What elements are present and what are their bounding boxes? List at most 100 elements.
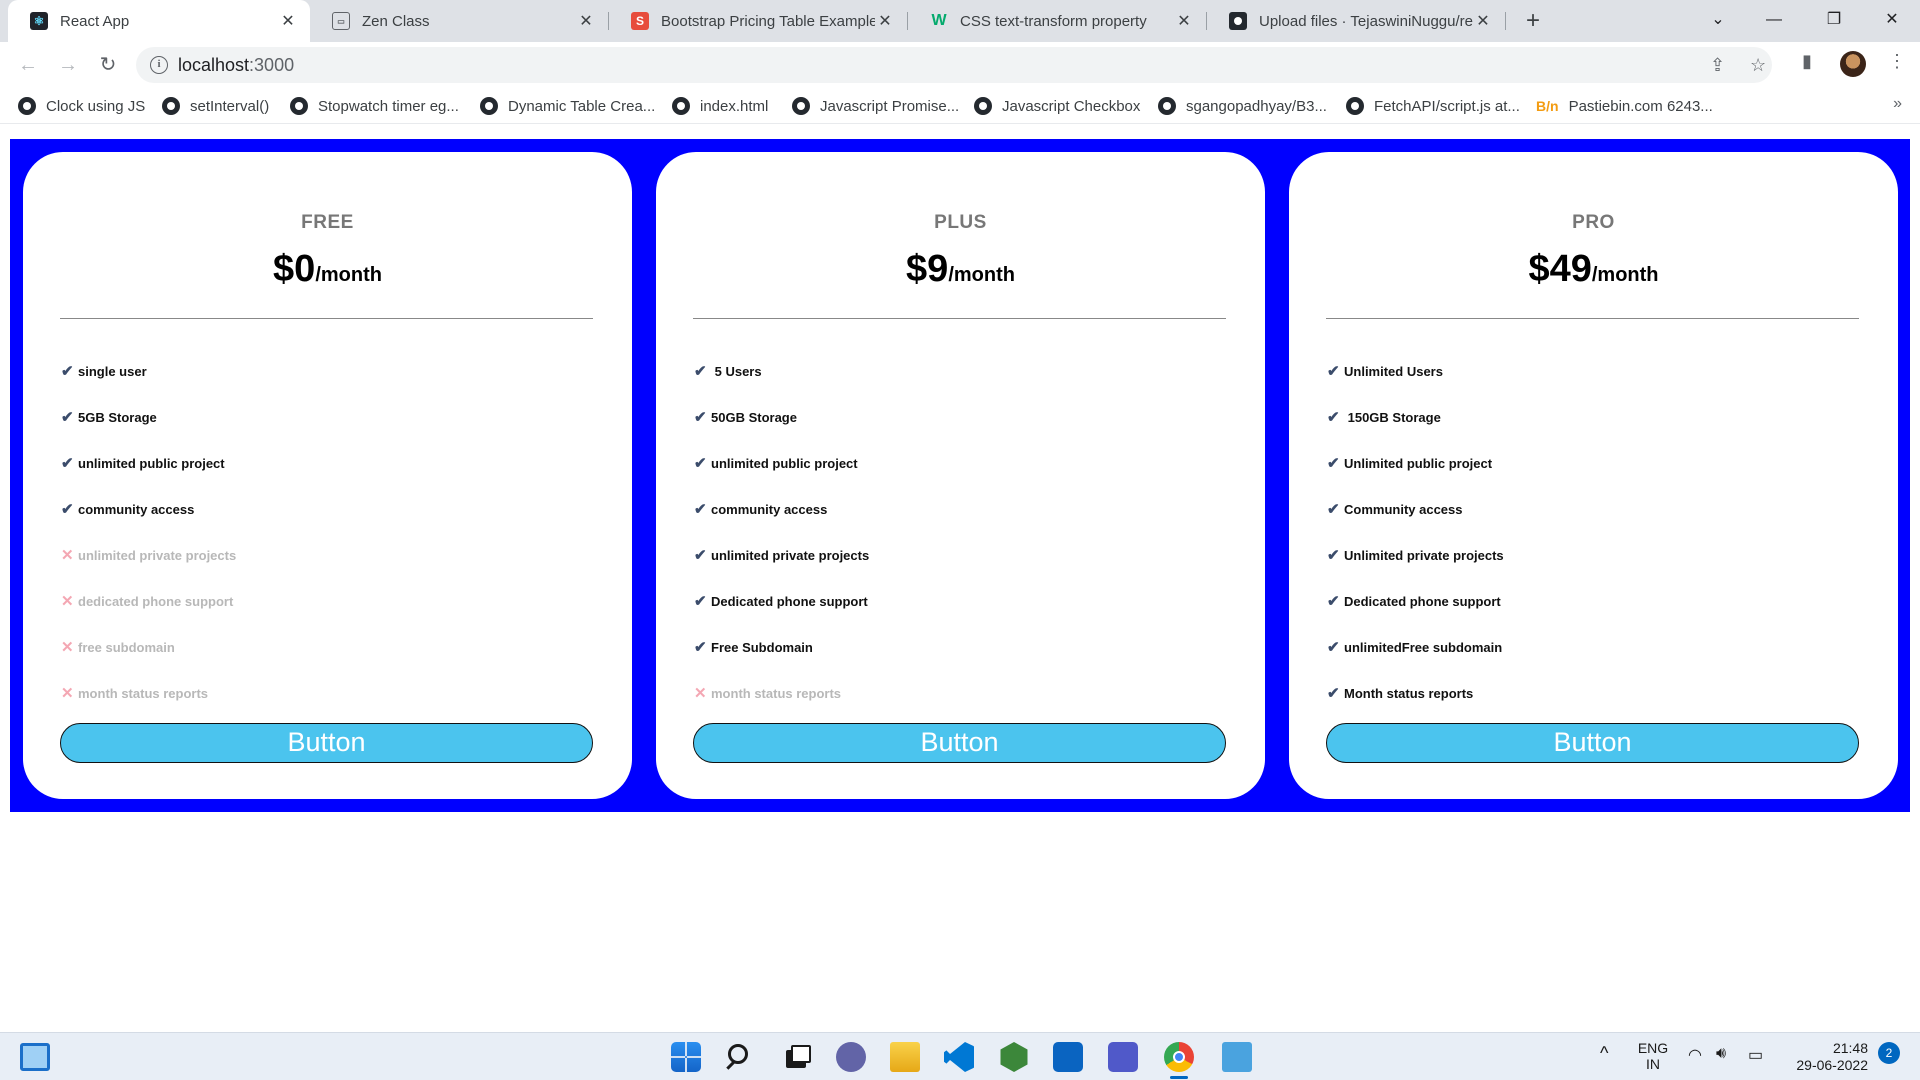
free-plan-button[interactable]: Button — [60, 723, 593, 763]
feature-item: ✔ 50GB Storage — [694, 409, 797, 426]
feature-item: ✔ single user — [61, 363, 147, 380]
feature-item: ✔ community access — [694, 501, 828, 518]
file-explorer-icon[interactable] — [890, 1042, 920, 1072]
nodejs-icon[interactable] — [1000, 1042, 1028, 1072]
menu-kebab-icon[interactable]: ⋮ — [1888, 51, 1906, 72]
feature-item: ✔ community access — [61, 501, 195, 518]
feature-item: ✔ Community access — [1327, 501, 1463, 518]
address-bar[interactable]: i localhost:3000 ⇪ ☆ — [136, 47, 1772, 83]
forward-arrow-icon[interactable]: → — [52, 49, 84, 81]
feature-item: ✔ 5GB Storage — [61, 409, 157, 426]
tab-zen-class[interactable]: ▭ Zen Class ✕ — [310, 0, 608, 42]
plan-price: $9/month — [906, 248, 1015, 290]
github-icon — [672, 97, 690, 115]
feature-list: ✔ 5 Users ✔ 50GB Storage ✔ unlimited publi… — [694, 348, 1224, 716]
url-text[interactable]: localhost:3000 — [178, 55, 294, 76]
wifi-icon[interactable]: ◠ — [1688, 1045, 1702, 1065]
bookmark-item[interactable]: Javascript Checkbox — [974, 95, 1140, 117]
github-icon — [1346, 97, 1364, 115]
bookmark-item[interactable]: B/n Pastiebin.com 6243... — [1536, 95, 1713, 117]
github-icon — [1229, 12, 1247, 30]
bookmark-star-icon[interactable]: ☆ — [1750, 55, 1766, 76]
plan-name: FREE — [301, 212, 354, 233]
tab-title: React App — [60, 12, 130, 30]
check-icon: ✔ — [1327, 501, 1340, 518]
pro-plan-button[interactable]: Button — [1326, 723, 1859, 763]
divider — [693, 318, 1226, 319]
more-bookmarks-icon[interactable]: » — [1893, 95, 1902, 113]
notification-badge[interactable]: 2 — [1878, 1042, 1900, 1064]
chat-icon[interactable] — [836, 1042, 866, 1072]
chrome-icon[interactable] — [1164, 1042, 1194, 1072]
start-windows-icon[interactable] — [671, 1042, 701, 1072]
feature-list: ✔ Unlimited Users ✔ 150GB Storage ✔ Unlimi… — [1327, 348, 1857, 716]
show-hidden-icons-icon[interactable]: ^ — [1600, 1043, 1608, 1064]
outlook-icon[interactable] — [1053, 1042, 1083, 1072]
minimize-button[interactable]: — — [1746, 0, 1802, 42]
bookmark-item[interactable]: Dynamic Table Crea... — [480, 95, 655, 117]
bookmark-item[interactable]: FetchAPI/script.js at... — [1346, 95, 1520, 117]
cross-icon: ✕ — [61, 685, 74, 702]
bookmark-item[interactable]: Clock using JS — [18, 95, 145, 117]
github-icon — [162, 97, 180, 115]
task-view-icon[interactable] — [782, 1042, 812, 1072]
close-tab-icon[interactable]: ✕ — [875, 11, 895, 31]
feature-item: ✔ Month status reports — [1327, 685, 1474, 702]
taskbar: ^ ENG IN ◠ 🔊︎ ▭ 21:48 29-06-2022 — [0, 1032, 1920, 1080]
close-tab-icon[interactable]: ✕ — [1473, 11, 1493, 31]
teams-icon[interactable] — [1108, 1042, 1138, 1072]
site-info-icon[interactable]: i — [150, 56, 168, 74]
cross-icon: ✕ — [694, 685, 707, 702]
side-panel-icon[interactable]: ▮ — [1802, 51, 1812, 72]
notepad-icon[interactable] — [1222, 1042, 1252, 1072]
clock[interactable]: 21:48 29-06-2022 — [1782, 1040, 1868, 1074]
widgets-icon[interactable] — [20, 1043, 50, 1071]
reload-icon[interactable]: ↻ — [92, 49, 124, 81]
back-arrow-icon[interactable]: ← — [12, 49, 44, 81]
bookmark-item[interactable]: Javascript Promise... — [792, 95, 959, 117]
tab-title: Upload files · TejaswiniNuggu/re — [1259, 12, 1473, 30]
tab-strip: ⚛ React App ✕ ▭ Zen Class ✕ S Bootstrap … — [0, 0, 1920, 42]
tab-bootstrap-pricing[interactable]: S Bootstrap Pricing Table Example ✕ — [609, 0, 907, 42]
bookmark-item[interactable]: sgangopadhyay/B3... — [1158, 95, 1327, 117]
bookmark-item[interactable]: setInterval() — [162, 95, 269, 117]
volume-icon[interactable]: 🔊︎ — [1716, 1045, 1726, 1063]
check-icon: ✔ — [61, 363, 74, 380]
tab-react-app[interactable]: ⚛ React App ✕ — [8, 0, 310, 42]
language-indicator[interactable]: ENG IN — [1636, 1040, 1670, 1072]
profile-avatar[interactable] — [1840, 51, 1866, 77]
new-tab-button[interactable]: + — [1518, 6, 1548, 36]
close-tab-icon[interactable]: ✕ — [576, 11, 596, 31]
feature-item: ✔ Dedicated phone support — [694, 593, 868, 610]
battery-icon[interactable]: ▭ — [1748, 1045, 1763, 1065]
tab-search-icon[interactable]: ⌄ — [1690, 0, 1746, 42]
close-tab-icon[interactable]: ✕ — [1174, 11, 1194, 31]
react-icon: ⚛ — [30, 12, 48, 30]
tab-upload-files[interactable]: Upload files · TejaswiniNuggu/re ✕ — [1207, 0, 1505, 42]
share-icon[interactable]: ⇪ — [1710, 55, 1725, 76]
search-icon[interactable] — [726, 1042, 756, 1072]
bookmark-item[interactable]: index.html — [672, 95, 768, 117]
feature-item-excluded: ✕ unlimited private projects — [61, 547, 237, 564]
pricing-card-pro: PRO $49/month ✔ Unlimited Users ✔ 150GB S… — [1289, 152, 1898, 799]
close-tab-icon[interactable]: ✕ — [278, 11, 298, 31]
s-logo-icon: S — [631, 12, 649, 30]
check-icon: ✔ — [1327, 639, 1340, 656]
feature-item: ✔ 5 Users — [694, 363, 762, 380]
tab-css-text-transform[interactable]: W CSS text-transform property ✕ — [908, 0, 1206, 42]
check-icon: ✔ — [1327, 593, 1340, 610]
pricing-card-free: FREE $0/month ✔ single user ✔ 5GB Storage … — [23, 152, 632, 799]
check-icon: ✔ — [694, 547, 707, 564]
vscode-icon[interactable] — [944, 1042, 974, 1072]
feature-item-excluded: ✕ dedicated phone support — [61, 593, 234, 610]
check-icon: ✔ — [61, 409, 74, 426]
check-icon: ✔ — [61, 501, 74, 518]
cross-icon: ✕ — [61, 639, 74, 656]
restore-button[interactable]: ❐ — [1806, 0, 1862, 42]
check-icon: ✔ — [1327, 455, 1340, 472]
bookmark-item[interactable]: Stopwatch timer eg... — [290, 95, 459, 117]
plus-plan-button[interactable]: Button — [693, 723, 1226, 763]
feature-item-excluded: ✕ month status reports — [694, 685, 842, 702]
close-window-button[interactable]: ✕ — [1864, 0, 1920, 42]
feature-item: ✔ 150GB Storage — [1327, 409, 1441, 426]
